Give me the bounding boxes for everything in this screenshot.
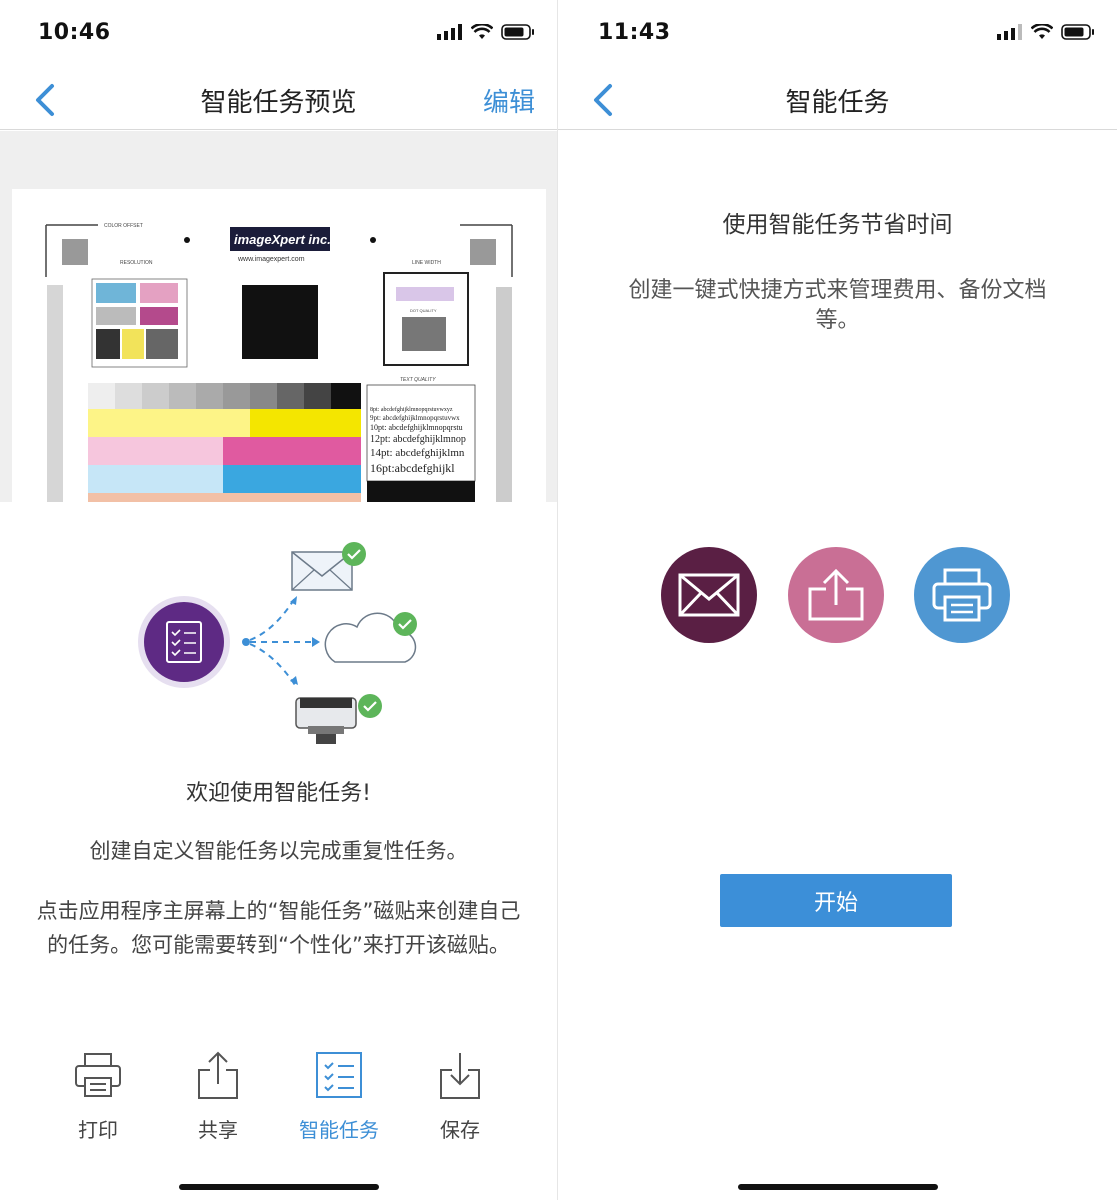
text-sample: 16pt:abcdefghijkl	[370, 461, 455, 475]
battery-icon	[501, 24, 534, 40]
home-indicator[interactable]	[178, 1184, 379, 1190]
print-quality-test-page-thumbnail[interactable]: COLOR OFFSET imageXpert inc. www.imagexp…	[12, 189, 546, 502]
envelope-icon	[678, 573, 740, 617]
download-icon	[440, 1053, 480, 1099]
gray-ramp	[88, 383, 361, 409]
feature-icons	[558, 547, 1117, 643]
text-sample: 8pt: abcdefghijklmnopqrstuvwxyz	[370, 406, 453, 413]
smart-task-icon	[316, 1052, 362, 1098]
document-preview-area: COLOR OFFSET imageXpert inc. www.imagexp…	[0, 131, 557, 502]
home-indicator[interactable]	[737, 1184, 938, 1190]
line-width-label: LINE WIDTH	[412, 260, 441, 266]
text-quality-label: TEXT QUALITY	[400, 377, 436, 383]
share-button[interactable]: 共享	[168, 1050, 268, 1143]
start-button[interactable]: 开始	[720, 874, 952, 927]
battery-icon	[1061, 24, 1094, 40]
bottom-toolbar: 打印 共享 智能任务 保存	[0, 1050, 557, 1150]
instruction-description: 点击应用程序主屏幕上的“智能任务”磁贴来创建自己的任务。您可能需要转到“个性化”…	[36, 899, 521, 957]
status-icons	[997, 24, 1095, 40]
share-icon	[808, 568, 864, 621]
intro-heading: 使用智能任务节省时间	[722, 212, 953, 238]
smart-task-preview-screen: 10:46 智能任务预览 编辑 COLOR OFFSET imageXpert …	[0, 0, 557, 1200]
wifi-icon	[471, 24, 493, 39]
print-button[interactable]: 打印	[48, 1050, 148, 1143]
toolbar-label: 共享	[198, 1118, 238, 1142]
smart-task-icon-circle	[144, 602, 224, 682]
text-sample: 12pt: abcdefghijklmnop	[370, 434, 466, 445]
status-bar: 10:46	[0, 0, 557, 70]
text-sample: 10pt: abcdefghijklmnopqrstu	[370, 423, 463, 432]
cloud-icon	[324, 612, 417, 663]
logo-url: www.imagexpert.com	[237, 256, 305, 263]
smart-task-button[interactable]: 智能任务	[289, 1050, 389, 1143]
share-icon	[198, 1051, 238, 1099]
toolbar-label: 保存	[440, 1118, 480, 1142]
status-bar: 11:43	[558, 0, 1117, 70]
save-button[interactable]: 保存	[410, 1050, 510, 1143]
printer-icon	[75, 1053, 121, 1097]
test-page-graphic: COLOR OFFSET imageXpert inc. www.imagexp…	[45, 223, 513, 502]
share-feature-circle	[788, 547, 884, 643]
resolution-label: RESOLUTION	[120, 260, 153, 266]
printer-device-icon	[295, 694, 382, 744]
wifi-icon	[1031, 24, 1053, 39]
smart-task-illustration	[138, 542, 417, 744]
nav-bar: 智能任务	[558, 70, 1117, 130]
status-icons	[437, 24, 535, 40]
toolbar-label: 打印	[78, 1118, 118, 1142]
status-time: 11:43	[598, 20, 671, 45]
email-feature-circle	[661, 547, 757, 643]
logo-text: imageXpert inc.	[234, 232, 331, 247]
intro-description: 创建一键式快捷方式来管理费用、备份文档等。	[628, 278, 1047, 333]
signal-icon	[997, 24, 1022, 40]
text-sample: 9pt: abcdefghijklmnopqrstuvwx	[370, 414, 460, 422]
page-title: 智能任务预览	[200, 88, 357, 118]
toolbar-label: 智能任务	[299, 1118, 379, 1142]
printer-icon	[932, 568, 992, 622]
welcome-title: 欢迎使用智能任务!	[186, 781, 371, 806]
smart-task-intro-screen: 11:43 智能任务 使用智能任务节省时间 创建一键式快捷方式来管理费用、备份文…	[557, 0, 1117, 1200]
text-sample: 14pt: abcdefghijklmn	[370, 447, 465, 459]
page-title: 智能任务	[785, 88, 890, 118]
status-time: 10:46	[38, 20, 111, 45]
intro-description: 创建自定义智能任务以完成重复性任务。	[89, 839, 468, 863]
color-offset-label: COLOR OFFSET	[104, 223, 143, 229]
signal-icon	[437, 24, 462, 40]
edit-button[interactable]: 编辑	[483, 82, 535, 119]
dot-quality-label: DOT QUALITY	[410, 308, 437, 313]
nav-bar: 智能任务预览 编辑	[0, 70, 557, 130]
envelope-icon	[291, 542, 366, 591]
print-feature-circle	[914, 547, 1010, 643]
